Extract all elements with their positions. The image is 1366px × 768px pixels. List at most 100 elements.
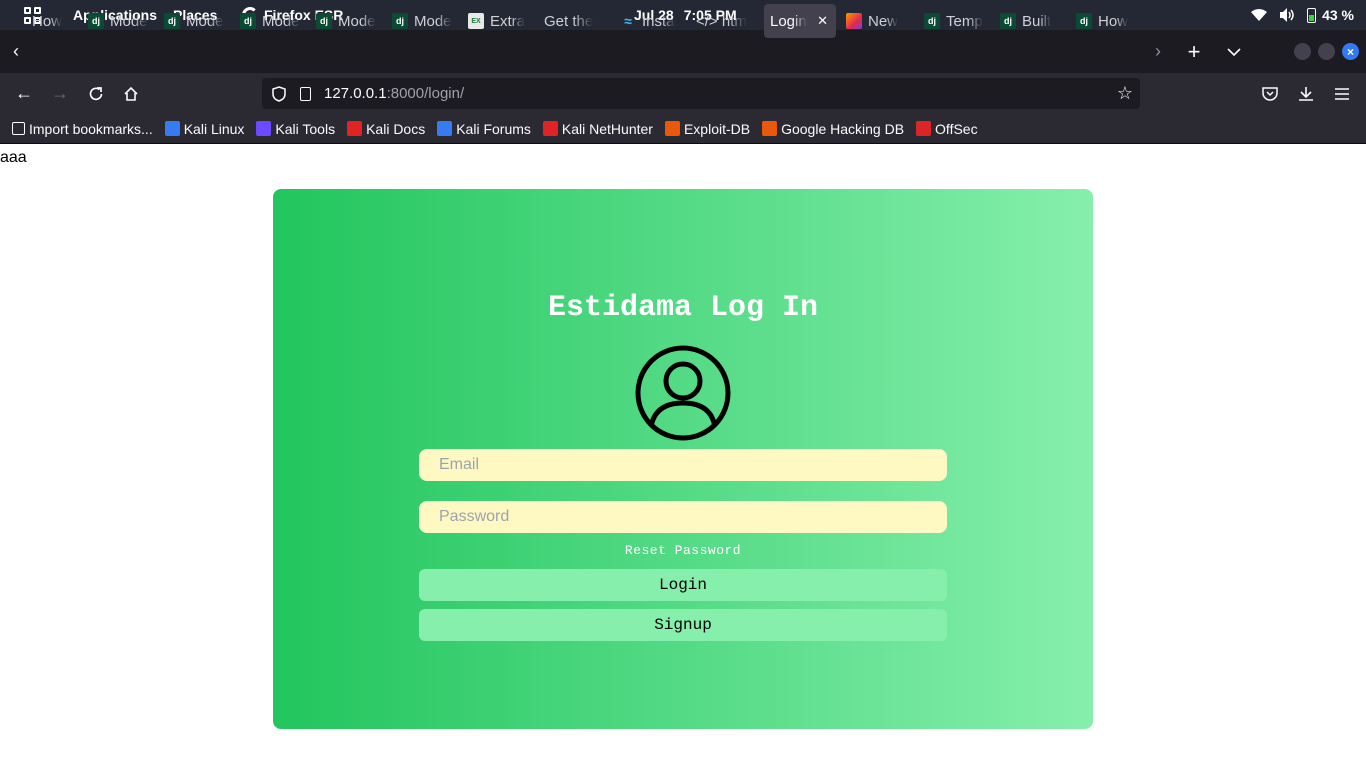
tab[interactable]: Mode bbox=[386, 4, 452, 38]
django-icon bbox=[924, 13, 940, 29]
reload-button[interactable] bbox=[80, 73, 112, 114]
page-viewport: aaa Estidama Log In Reset Password Login… bbox=[0, 145, 1366, 768]
import-icon bbox=[12, 122, 25, 135]
page-info-icon[interactable] bbox=[300, 86, 311, 101]
tab[interactable]: How bbox=[1070, 4, 1136, 38]
tab-active[interactable]: Login ✕ bbox=[764, 4, 836, 38]
login-title: Estidama Log In bbox=[547, 291, 819, 325]
bookmark-item[interactable]: Kali Docs bbox=[347, 121, 425, 137]
tab[interactable]: </> htm bbox=[690, 4, 756, 38]
close-tab-icon[interactable]: ✕ bbox=[817, 13, 836, 29]
password-field[interactable] bbox=[419, 501, 947, 533]
bookmark-label: Kali Tools bbox=[275, 120, 336, 137]
bookmark-item[interactable]: Kali Tools bbox=[256, 121, 335, 137]
tailwind-icon bbox=[620, 13, 636, 29]
bookmark-item[interactable]: OffSec bbox=[916, 121, 978, 137]
tab-label: Mode bbox=[414, 12, 452, 30]
bookmark-label: Exploit-DB bbox=[683, 120, 751, 137]
chevron-down-icon bbox=[1227, 47, 1241, 56]
bookmark-item[interactable]: Kali Linux bbox=[164, 120, 245, 137]
tab[interactable]: Get the bbox=[538, 4, 604, 38]
app-menu-button[interactable] bbox=[1326, 73, 1358, 114]
django-icon bbox=[316, 13, 332, 29]
tab[interactable]: Mode bbox=[158, 4, 224, 38]
battery-percent: 43 % bbox=[1322, 7, 1354, 23]
volume-icon bbox=[1280, 8, 1294, 22]
reload-icon bbox=[89, 86, 103, 100]
login-card: Estidama Log In Reset Password Login Sig… bbox=[273, 189, 1093, 729]
pocket-button[interactable] bbox=[1254, 73, 1286, 114]
django-icon bbox=[164, 13, 180, 29]
maximize-window-button[interactable] bbox=[1318, 43, 1335, 60]
tab-label: Temp bbox=[946, 12, 983, 30]
url-host: 127.0.0.1 bbox=[324, 85, 387, 102]
tab-label: Mode bbox=[262, 12, 300, 30]
tab[interactable]: Mode bbox=[82, 4, 148, 38]
minimize-window-button[interactable] bbox=[1294, 43, 1311, 60]
list-all-tabs-button[interactable] bbox=[1222, 30, 1246, 73]
bookmark-label: Kali Docs bbox=[366, 120, 426, 137]
tab-label: Login bbox=[770, 12, 807, 30]
django-icon bbox=[1000, 13, 1016, 29]
bookmark-label: Google Hacking DB bbox=[781, 120, 905, 137]
tab-label: Mode bbox=[186, 12, 224, 30]
url-text[interactable]: 127.0.0.1:8000/login/ bbox=[324, 85, 464, 102]
tab-label: Get the bbox=[544, 12, 594, 30]
login-button[interactable]: Login bbox=[419, 569, 947, 601]
tab[interactable]: Insta bbox=[614, 4, 680, 38]
tab-label: New bbox=[868, 12, 899, 30]
battery-icon bbox=[1307, 7, 1317, 23]
bookmark-item[interactable]: Import bookmarks... bbox=[12, 121, 153, 137]
offsec-icon bbox=[916, 121, 932, 136]
kali-dragon-icon bbox=[164, 121, 180, 136]
home-icon bbox=[124, 86, 138, 101]
firefox-icon bbox=[846, 13, 862, 29]
bookmark-label: Kali Forums bbox=[456, 120, 531, 137]
reset-password-link[interactable]: Reset Password bbox=[273, 543, 1093, 558]
bookmark-item[interactable]: Kali Forums bbox=[437, 121, 531, 137]
address-bar[interactable]: 127.0.0.1:8000/login/ ☆ bbox=[262, 78, 1140, 109]
tab[interactable]: New bbox=[840, 4, 906, 38]
user-avatar-icon bbox=[635, 345, 731, 441]
tab[interactable]: Built bbox=[994, 4, 1060, 38]
bookmark-star-icon[interactable]: ☆ bbox=[1117, 83, 1133, 104]
stray-text: aaa bbox=[0, 149, 27, 166]
kali-tools-icon bbox=[256, 121, 272, 136]
downloads-button[interactable] bbox=[1290, 73, 1322, 114]
download-icon bbox=[1299, 86, 1313, 101]
tab[interactable]: How bbox=[26, 4, 72, 38]
django-icon bbox=[1076, 13, 1092, 29]
pocket-icon bbox=[1262, 87, 1278, 101]
bookmark-label: Kali Linux bbox=[183, 120, 245, 137]
tab[interactable]: Temp bbox=[918, 4, 984, 38]
tab-label: How bbox=[1098, 12, 1129, 30]
nethunter-icon bbox=[542, 121, 558, 136]
back-button[interactable]: ← bbox=[8, 73, 40, 114]
tab-scroll-right-icon[interactable]: › bbox=[1146, 30, 1170, 73]
tab-label: Mode bbox=[338, 12, 376, 30]
new-tab-button[interactable]: + bbox=[1180, 30, 1208, 73]
system-tray[interactable]: 43 % bbox=[1251, 0, 1354, 30]
tab[interactable]: Mode bbox=[234, 4, 300, 38]
shield-icon[interactable] bbox=[272, 85, 286, 102]
home-button[interactable] bbox=[115, 73, 147, 114]
email-field[interactable] bbox=[419, 449, 947, 481]
tab-label: Mode bbox=[110, 12, 148, 30]
close-window-button[interactable]: × bbox=[1342, 43, 1359, 60]
bookmark-item[interactable]: Kali NetHunter bbox=[542, 121, 653, 137]
tab-label: Extra bbox=[490, 12, 526, 30]
forward-button[interactable]: → bbox=[44, 73, 76, 114]
url-path: :8000/login/ bbox=[386, 85, 465, 102]
bookmark-item[interactable]: Google Hacking DB bbox=[762, 121, 904, 137]
exploitdb-icon bbox=[664, 121, 680, 136]
signup-button[interactable]: Signup bbox=[419, 609, 947, 641]
tab[interactable]: Extra bbox=[462, 4, 528, 38]
tab[interactable]: Mode bbox=[310, 4, 376, 38]
tab-label: Built bbox=[1022, 12, 1052, 30]
bookmark-item[interactable]: Exploit-DB bbox=[664, 120, 751, 137]
bookmark-label: OffSec bbox=[935, 120, 978, 137]
tab-scroll-left-icon[interactable]: ‹ bbox=[4, 30, 28, 73]
bookmarks-toolbar: Import bookmarks... Kali Linux Kali Tools K… bbox=[0, 114, 1366, 144]
django-icon bbox=[240, 13, 256, 29]
ghdb-icon bbox=[762, 121, 778, 136]
